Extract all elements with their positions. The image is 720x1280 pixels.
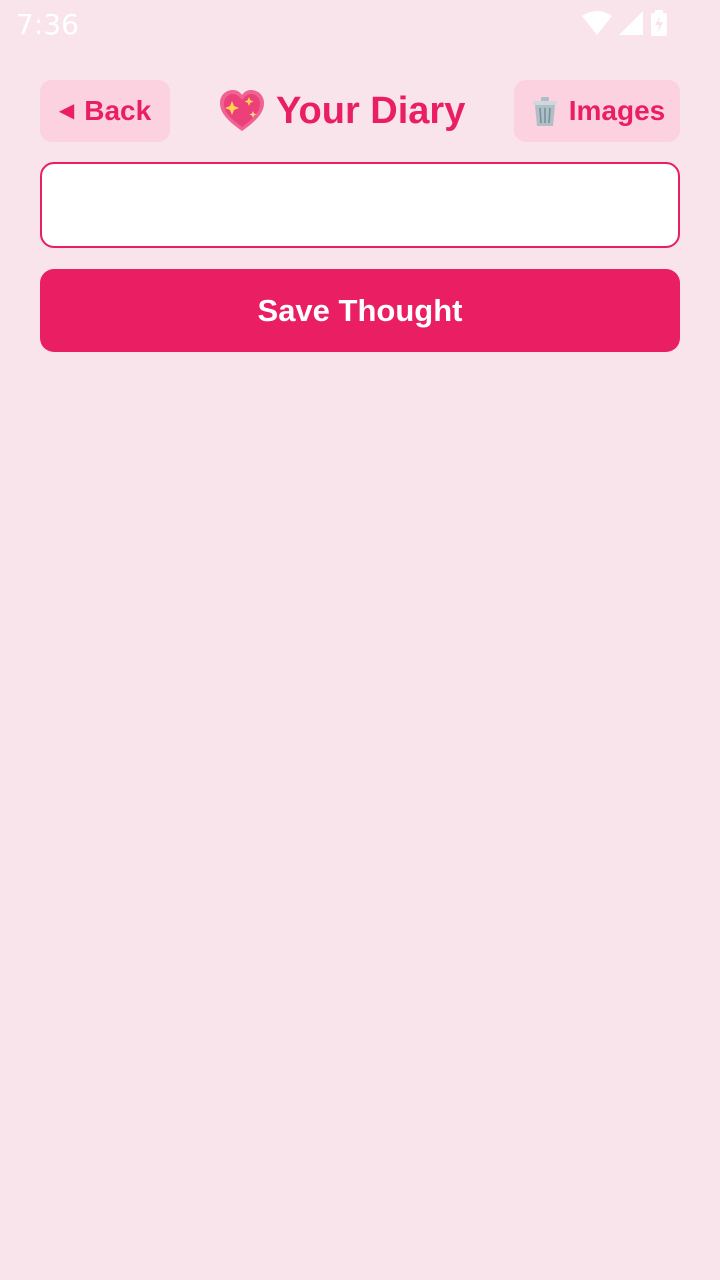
back-button-label: Back — [84, 95, 152, 126]
back-button[interactable]: ◀ Back — [40, 80, 170, 142]
status-icons — [582, 10, 668, 36]
battery-charging-icon — [651, 10, 667, 36]
thought-input[interactable] — [40, 162, 680, 248]
cellular-signal-icon — [619, 11, 643, 35]
images-button-label: Images — [568, 95, 666, 126]
header: ◀ Back Your Diary Images — [40, 80, 680, 142]
page-title: Your Diary — [218, 86, 465, 136]
images-button[interactable]: Images — [514, 80, 680, 142]
wastebasket-icon — [532, 97, 557, 126]
status-bar: 7:36 — [0, 0, 720, 48]
left-triangle-icon: ◀ — [58, 100, 75, 122]
status-time: 7:36 — [16, 8, 79, 41]
wifi-icon — [582, 11, 612, 35]
sparkling-heart-icon — [220, 90, 264, 131]
save-thought-button[interactable]: Save Thought — [40, 269, 680, 352]
page-title-text: Your Diary — [276, 89, 466, 132]
